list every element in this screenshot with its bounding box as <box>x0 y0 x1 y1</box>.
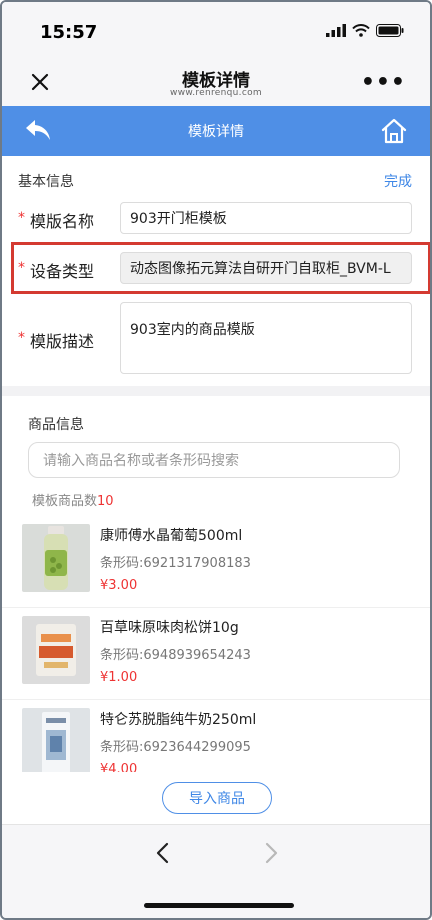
required-mark: * <box>18 210 25 226</box>
product-item[interactable]: 特仑苏脱脂纯牛奶250ml 条形码:6923644299095 ¥4.00 <box>2 700 430 772</box>
goods-count-label: 模板商品数 <box>32 494 98 509</box>
browser-bottom-bar <box>2 824 430 918</box>
product-name: 百草味原味肉松饼10g <box>100 620 239 636</box>
template-desc-textarea[interactable]: 903室内的商品模版 <box>120 302 412 374</box>
section-divider <box>2 386 430 396</box>
goods-count-value: 10 <box>97 494 114 509</box>
product-barcode: 条形码:6948939654243 <box>100 648 251 663</box>
battery-icon <box>376 24 404 37</box>
basic-info-section: 基本信息 完成 * 模版名称 903开门柜模板 * 设备类型 动态图像拓元算法自… <box>2 156 430 386</box>
product-price: ¥3.00 <box>100 578 138 593</box>
template-desc-label: 模版描述 <box>30 332 95 351</box>
product-image <box>22 708 90 772</box>
home-icon[interactable] <box>380 117 408 145</box>
status-time: 15:57 <box>40 22 98 43</box>
status-icons <box>326 24 404 37</box>
signal-icon <box>326 24 346 37</box>
browser-nav-bar: 模板详情 www.renrenqu.com ••• <box>2 60 430 106</box>
goods-count: 模板商品数10 <box>32 490 114 509</box>
product-name: 特仑苏脱脂纯牛奶250ml <box>100 712 257 728</box>
product-price: ¥1.00 <box>100 670 138 685</box>
template-name-label: 模版名称 <box>30 212 95 231</box>
chevron-right-icon[interactable] <box>260 841 282 865</box>
phone-frame: 15:57 模板详情 www.renrenqu.com ••• 模板详情 基本信… <box>0 0 432 920</box>
goods-info-title: 商品信息 <box>28 417 84 433</box>
goods-info-section: 商品信息 请输入商品名称或者条形码搜索 模板商品数10 康师傅水晶葡萄500ml… <box>2 396 430 772</box>
wifi-icon <box>352 24 370 37</box>
product-barcode: 条形码:6921317908183 <box>100 556 251 571</box>
more-icon[interactable]: ••• <box>361 70 406 95</box>
home-indicator <box>144 903 294 908</box>
highlight-box <box>11 242 430 294</box>
template-name-row: * 模版名称 903开门柜模板 <box>2 196 430 242</box>
product-image <box>22 616 90 684</box>
template-desc-row: * 模版描述 903室内的商品模版 <box>2 300 430 376</box>
product-image <box>22 524 90 592</box>
done-button[interactable]: 完成 <box>384 171 412 191</box>
import-goods-button[interactable]: 导入商品 <box>162 782 272 814</box>
product-item[interactable]: 康师傅水晶葡萄500ml 条形码:6921317908183 ¥3.00 <box>2 516 430 608</box>
product-barcode: 条形码:6923644299095 <box>100 740 251 755</box>
status-bar: 15:57 <box>2 2 430 60</box>
template-name-input[interactable]: 903开门柜模板 <box>120 202 412 234</box>
required-mark: * <box>18 330 25 346</box>
product-price: ¥4.00 <box>100 762 138 772</box>
goods-search-input[interactable]: 请输入商品名称或者条形码搜索 <box>28 442 400 478</box>
product-item[interactable]: 百草味原味肉松饼10g 条形码:6948939654243 ¥1.00 <box>2 608 430 700</box>
page-content[interactable]: 基本信息 完成 * 模版名称 903开门柜模板 * 设备类型 动态图像拓元算法自… <box>2 156 430 772</box>
basic-info-title: 基本信息 <box>18 174 74 190</box>
header-title: 模板详情 <box>188 124 244 140</box>
product-name: 康师傅水晶葡萄500ml <box>100 528 243 544</box>
app-header: 模板详情 <box>2 106 430 156</box>
chevron-left-icon[interactable] <box>152 841 174 865</box>
